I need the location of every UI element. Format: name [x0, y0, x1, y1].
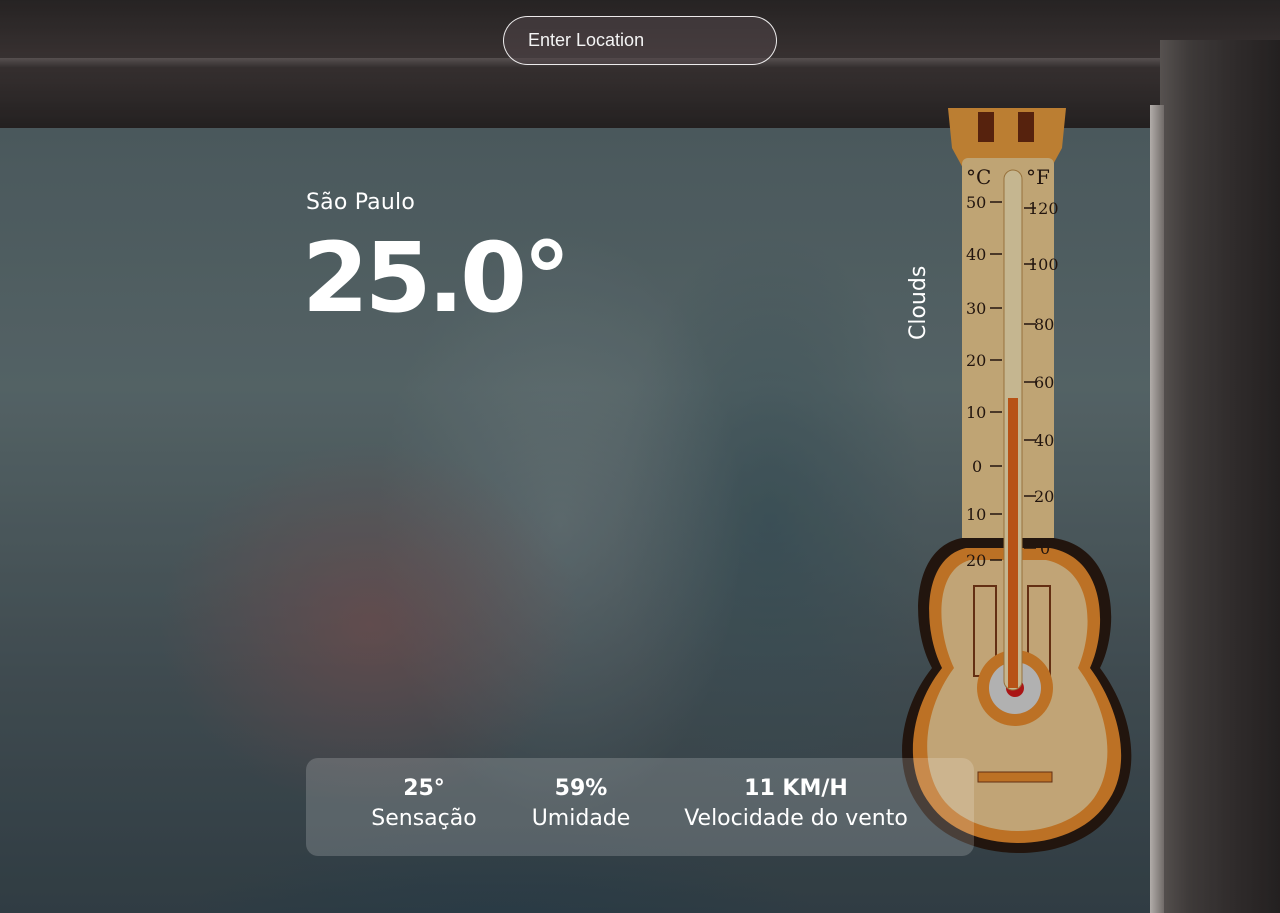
humidity-stat: 59% Umidade — [516, 774, 646, 833]
location-search-input[interactable] — [504, 17, 776, 64]
humidity-label: Umidade — [531, 805, 631, 831]
feels-like-stat: 25° Sensação — [354, 774, 494, 833]
city-name: São Paulo — [306, 190, 415, 215]
wind-stat: 11 KM/H Velocidade do vento — [666, 774, 926, 833]
current-temperature: 25.0° — [302, 222, 571, 334]
location-search[interactable] — [503, 16, 777, 65]
humidity-value: 59% — [554, 776, 608, 801]
feels-like-label: Sensação — [371, 805, 477, 831]
weather-stats-panel: 25° Sensação 59% Umidade 11 KM/H Velocid… — [306, 758, 974, 856]
wind-speed-value: 11 KM/H — [744, 776, 848, 801]
feels-like-value: 25° — [403, 776, 445, 801]
weather-description: Clouds — [906, 265, 931, 340]
wind-speed-label: Velocidade do vento — [684, 805, 908, 831]
